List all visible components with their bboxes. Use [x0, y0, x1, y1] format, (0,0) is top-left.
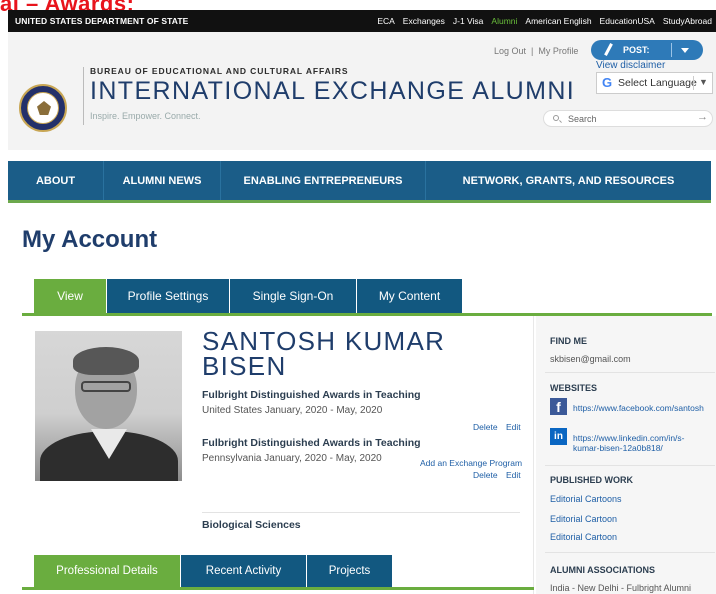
google-icon: G	[602, 75, 613, 90]
state-department-seal-icon[interactable]	[19, 84, 67, 132]
field-of-study: Biological Sciences	[202, 519, 301, 531]
bureau-label: BUREAU OF EDUCATIONAL AND CULTURAL AFFAI…	[90, 66, 349, 76]
topbar-link-american-english[interactable]: American English	[525, 16, 591, 26]
award-title: Fulbright Distinguished Awards in Teachi…	[202, 437, 421, 449]
facebook-link[interactable]: https://www.facebook.com/santosh	[573, 403, 704, 413]
websites-heading: WEBSITES	[550, 383, 598, 393]
link-separator: |	[531, 46, 534, 56]
published-work-heading: PUBLISHED WORK	[550, 475, 633, 485]
chevron-down-icon[interactable]	[681, 48, 689, 53]
email-address[interactable]: skbisen@gmail.com	[550, 354, 631, 364]
top-bar: UNITED STATES DEPARTMENT OF STATE ECA Ex…	[8, 10, 716, 32]
topbar-link-j1-visa[interactable]: J-1 Visa	[453, 16, 484, 26]
arrow-right-icon[interactable]: →	[697, 111, 708, 123]
alumni-association-item[interactable]: India - New Delhi - Fulbright Alumni	[550, 583, 691, 593]
nav-item-alumni-news[interactable]: ALUMNI NEWS	[104, 161, 220, 200]
section-divider	[202, 512, 520, 513]
site-header: BUREAU OF EDUCATIONAL AND CULTURAL AFFAI…	[8, 32, 716, 150]
tab-view[interactable]: View	[34, 279, 106, 313]
delete-award-link[interactable]: Delete	[473, 422, 498, 432]
search-placeholder: Search	[568, 114, 597, 124]
post-divider	[671, 43, 672, 57]
topbar-link-educationusa[interactable]: EducationUSA	[600, 16, 655, 26]
main-navigation: ABOUT ALUMNI NEWS ENABLING ENTREPRENEURS…	[8, 161, 711, 203]
delete-award-link[interactable]: Delete	[473, 470, 498, 480]
edit-award-link[interactable]: Edit	[506, 422, 521, 432]
topbar-link-studyabroad[interactable]: StudyAbroad	[663, 16, 712, 26]
sidebar-divider	[545, 552, 715, 553]
seal-inner	[27, 92, 59, 124]
search-input[interactable]: Search →	[543, 110, 713, 127]
eagle-icon	[37, 101, 51, 115]
published-work-item[interactable]: Editorial Cartoon	[550, 532, 617, 542]
tab-profile-settings[interactable]: Profile Settings	[107, 279, 229, 313]
linkedin-link-line-1: https://www.linkedin.com/in/s-	[573, 433, 685, 443]
sidebar-divider	[545, 465, 715, 466]
published-work-item[interactable]: Editorial Cartoons	[550, 494, 622, 504]
profile-photo	[35, 331, 182, 481]
linkedin-icon[interactable]: in	[550, 428, 567, 445]
award-title: Fulbright Distinguished Awards in Teachi…	[202, 389, 421, 401]
nav-item-about[interactable]: ABOUT	[8, 161, 103, 200]
find-me-heading: FIND ME	[550, 336, 587, 346]
account-links: Log Out | My Profile	[494, 46, 578, 56]
nav-item-enabling-entrepreneurs[interactable]: ENABLING ENTREPRENEURS	[221, 161, 425, 200]
published-work-item[interactable]: Editorial Cartoon	[550, 514, 617, 524]
edit-award-link[interactable]: Edit	[506, 470, 521, 480]
pencil-icon	[604, 43, 613, 56]
header-divider	[83, 67, 84, 125]
add-exchange-program-link[interactable]: Add an Exchange Program	[420, 458, 522, 468]
post-label: POST:	[623, 45, 650, 55]
topbar-link-eca[interactable]: ECA	[377, 16, 394, 26]
select-divider	[693, 76, 694, 90]
profile-name: SANTOSH KUMAR BISEN	[202, 328, 512, 381]
profile-name-line-2: BISEN	[202, 351, 287, 381]
sub-tabs-underline	[22, 587, 534, 590]
photo-hair	[73, 347, 139, 375]
topbar-link-exchanges[interactable]: Exchanges	[403, 16, 445, 26]
view-disclaimer-link[interactable]: View disclaimer	[596, 60, 665, 71]
award-location-date: Pennsylvania January, 2020 - May, 2020	[202, 453, 382, 464]
award-location-date: United States January, 2020 - May, 2020	[202, 405, 383, 416]
topbar-link-alumni[interactable]: Alumni	[491, 16, 517, 26]
language-select-label: Select Language	[618, 77, 697, 89]
site-title[interactable]: INTERNATIONAL EXCHANGE ALUMNI	[90, 77, 575, 106]
top-bar-links: ECA Exchanges J-1 Visa Alumni American E…	[377, 10, 712, 32]
nav-item-network-grants-resources[interactable]: NETWORK, GRANTS, AND RESOURCES	[426, 161, 711, 200]
alumni-associations-heading: ALUMNI ASSOCIATIONS	[550, 565, 655, 575]
linkedin-link[interactable]: https://www.linkedin.com/in/s- kumar-bis…	[573, 433, 684, 453]
my-profile-link[interactable]: My Profile	[538, 46, 578, 56]
sidebar-divider	[545, 372, 715, 373]
department-label: UNITED STATES DEPARTMENT OF STATE	[15, 16, 189, 26]
tab-projects[interactable]: Projects	[307, 555, 392, 587]
photo-glasses	[81, 381, 131, 392]
search-icon	[553, 115, 559, 121]
tab-single-sign-on[interactable]: Single Sign-On	[230, 279, 356, 313]
tab-recent-activity[interactable]: Recent Activity	[181, 555, 306, 587]
tab-my-content[interactable]: My Content	[357, 279, 462, 313]
site-tagline: Inspire. Empower. Connect.	[90, 111, 201, 121]
page-title: My Account	[22, 226, 158, 253]
logout-link[interactable]: Log Out	[494, 46, 526, 56]
linkedin-link-line-2: kumar-bisen-12a0b818/	[573, 443, 663, 453]
dropdown-arrow-icon: ▼	[699, 77, 708, 87]
tab-professional-details[interactable]: Professional Details	[34, 555, 180, 587]
language-select[interactable]: G Select Language ▼	[596, 72, 713, 94]
facebook-icon[interactable]: f	[550, 398, 567, 415]
post-button[interactable]: POST:	[591, 40, 703, 60]
